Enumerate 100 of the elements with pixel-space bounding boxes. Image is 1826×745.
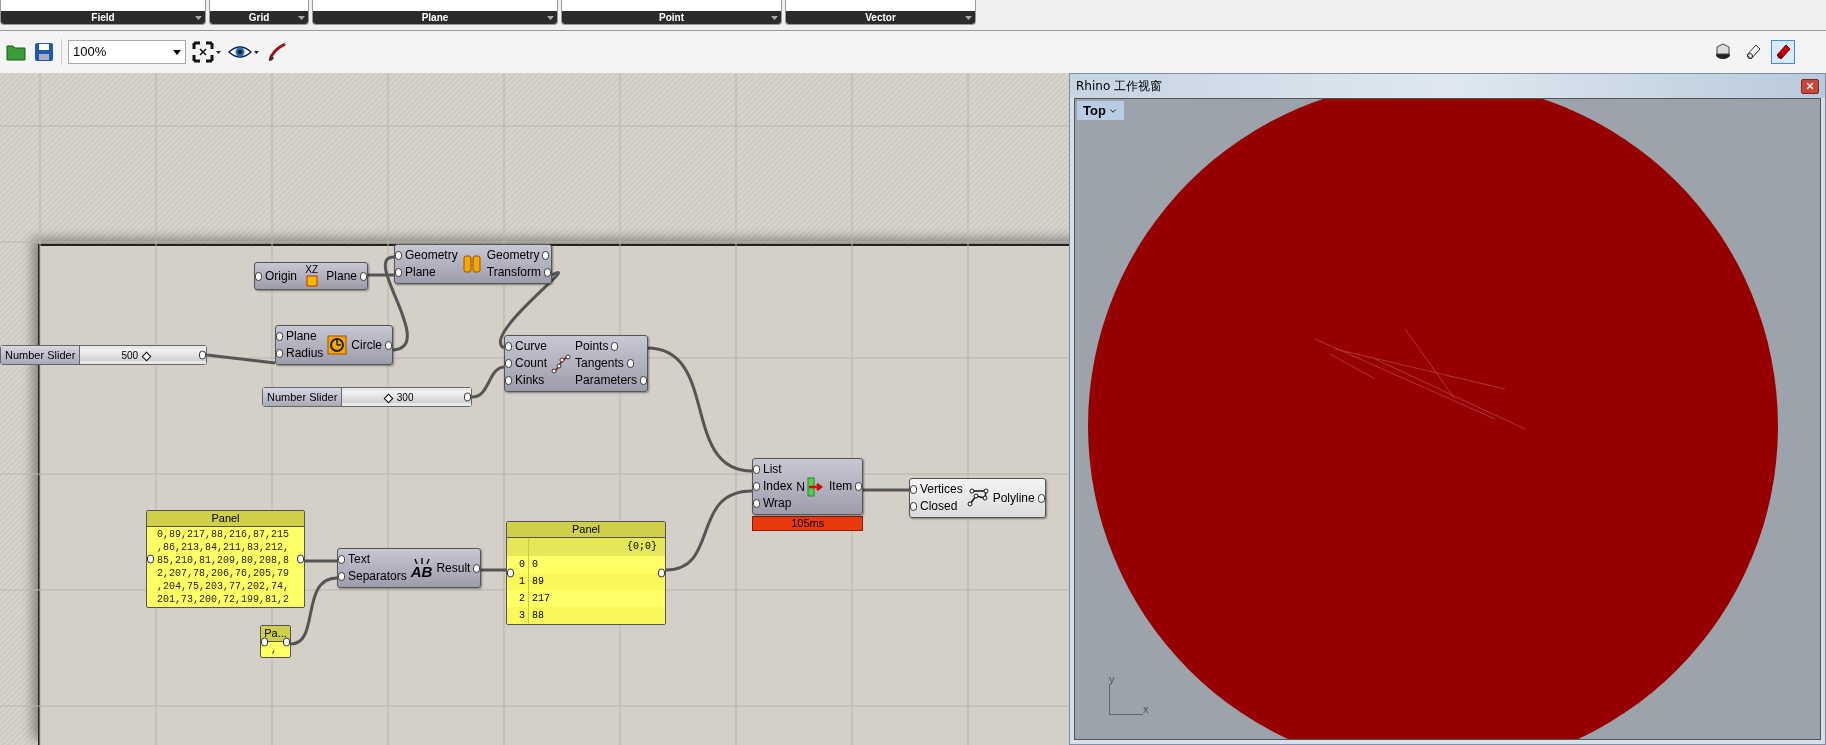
panel-text-line: ,86,213,84,211,83,212,: [157, 541, 291, 554]
number-slider[interactable]: Number Slider 300: [262, 387, 472, 407]
wire: [471, 365, 505, 399]
panel[interactable]: Pa... ,: [260, 625, 291, 658]
input-label: Separators: [348, 568, 407, 585]
icon-label: AB: [410, 563, 433, 579]
output-port[interactable]: [360, 271, 367, 281]
axis-icon: [1109, 685, 1143, 715]
preview-mode-button[interactable]: [1771, 40, 1795, 64]
expand-icon[interactable]: [771, 14, 778, 21]
row-value: 89: [531, 575, 544, 589]
output-port[interactable]: [297, 554, 304, 564]
output-label: Geometry: [486, 247, 540, 264]
expand-icon[interactable]: [965, 14, 972, 21]
expand-icon[interactable]: [195, 14, 202, 21]
output-label: Circle: [351, 336, 383, 354]
row-value: 217: [531, 592, 550, 606]
ribbon-group-label: Vector: [865, 12, 896, 23]
input-label: Count: [515, 355, 548, 372]
brush-icon[interactable]: [266, 41, 288, 63]
close-icon: [1805, 81, 1815, 91]
row-value: 88: [531, 609, 544, 623]
slider-track[interactable]: 300: [342, 388, 471, 406]
curve-points-icon: [551, 353, 572, 374]
double-bar-icon: [462, 254, 483, 274]
ribbon-group[interactable]: Vector: [785, 0, 976, 25]
component-node[interactable]: Curve Count Kinks Points Tangents Parameters: [504, 335, 649, 392]
output-label: Plane: [326, 267, 357, 285]
wireframe-object-icon: [1744, 43, 1762, 61]
panel-text-line: ,204,75,203,77,202,74,: [157, 580, 291, 593]
expand-icon[interactable]: [547, 14, 554, 21]
slider-thumb[interactable]: [383, 393, 394, 404]
panel-text-line: 85,210,81,209,80,208,8: [157, 554, 291, 567]
viewport-tab[interactable]: Top: [1077, 101, 1124, 120]
output-label: Transform: [486, 264, 541, 281]
input-label: Plane: [286, 328, 317, 345]
slider-value: 300: [396, 391, 414, 405]
component-node[interactable]: Vertices Closed Polyline: [909, 478, 1046, 518]
expand-icon[interactable]: [298, 14, 305, 21]
panel[interactable]: Panel {0;0} 0 0 1 89 2 217 3 88: [506, 521, 666, 625]
axis-label: y: [1109, 674, 1116, 685]
save-icon[interactable]: [33, 41, 55, 63]
runtime-badge: 105ms: [752, 516, 864, 531]
output-port[interactable]: [199, 350, 206, 360]
input-label: Kinks: [515, 372, 545, 389]
slider-thumb[interactable]: [141, 351, 152, 362]
input-port[interactable]: [147, 554, 154, 564]
input-label: Wrap: [763, 495, 792, 512]
zoom-extents-icon[interactable]: [192, 41, 222, 63]
output-port[interactable]: [464, 392, 471, 402]
spark-icon: [412, 557, 431, 564]
output-port[interactable]: [473, 563, 481, 573]
input-port[interactable]: [261, 637, 268, 646]
component-node[interactable]: Geometry Plane Geometry Transform: [394, 244, 552, 284]
panel-text-line: ,: [271, 643, 278, 656]
ribbon-group[interactable]: Point: [561, 0, 782, 25]
panel-text-line: 201,73,200,72,199,81,2: [157, 593, 291, 606]
close-button[interactable]: [1801, 78, 1819, 94]
input-label: Text: [348, 551, 370, 568]
panel[interactable]: Panel 0,89,217,88,216,87,215 ,86,213,84,211,83,212, 85,210,81,209,80,208,8 2,207,78,206,76,205,79 ,204,75,203,77,202,74, 201,73,200,72,199,81,2: [146, 510, 305, 608]
zoom-dropdown[interactable]: 100%: [68, 40, 186, 64]
slider-track[interactable]: 500: [80, 346, 206, 364]
input-label: Plane: [405, 264, 436, 281]
component-node[interactable]: List Index Wrap N Item: [752, 458, 864, 515]
component-node[interactable]: Origin XZ Plane: [254, 262, 368, 290]
caret-icon: [173, 49, 181, 55]
component-node[interactable]: Plane Radius Circle: [275, 325, 394, 365]
row-index: 3: [507, 607, 529, 624]
axis-label: x: [1143, 704, 1149, 715]
output-port[interactable]: [855, 482, 863, 491]
output-port[interactable]: [385, 340, 393, 350]
input-label: Index: [763, 478, 793, 495]
input-port[interactable]: [507, 568, 514, 578]
square-icon: [305, 275, 318, 287]
wire: [305, 559, 337, 563]
output-port[interactable]: [1037, 493, 1045, 503]
output-label: Parameters: [575, 372, 638, 389]
ribbon-group-label: Point: [659, 12, 684, 23]
ribbon-group[interactable]: Grid: [209, 0, 309, 25]
icon-label: N: [796, 478, 806, 496]
output-label: Tangents: [575, 355, 624, 372]
ribbon-group[interactable]: Plane: [312, 0, 558, 25]
output-port[interactable]: [658, 568, 665, 578]
input-label: Radius: [286, 345, 324, 362]
slider-label: Number Slider: [1, 346, 81, 364]
panel-text-line: 2,207,78,206,76,205,79: [157, 567, 291, 580]
input-port[interactable]: [255, 271, 262, 281]
slider-label: Number Slider: [263, 388, 343, 406]
output-label: Polyline: [992, 489, 1035, 507]
window-title: Rhino 工作视窗: [1076, 78, 1163, 95]
input-label: Geometry: [405, 247, 458, 264]
ribbon-group-label: Field: [91, 12, 115, 23]
ribbon-group[interactable]: Field: [0, 0, 206, 25]
number-slider[interactable]: Number Slider 500: [0, 345, 207, 365]
output-label: Points: [575, 338, 609, 355]
data-path: {0;0}: [626, 540, 658, 554]
wire: [290, 576, 338, 646]
input-label: Vertices: [920, 481, 963, 498]
input-label: List: [763, 461, 782, 478]
output-port[interactable]: [283, 637, 290, 646]
